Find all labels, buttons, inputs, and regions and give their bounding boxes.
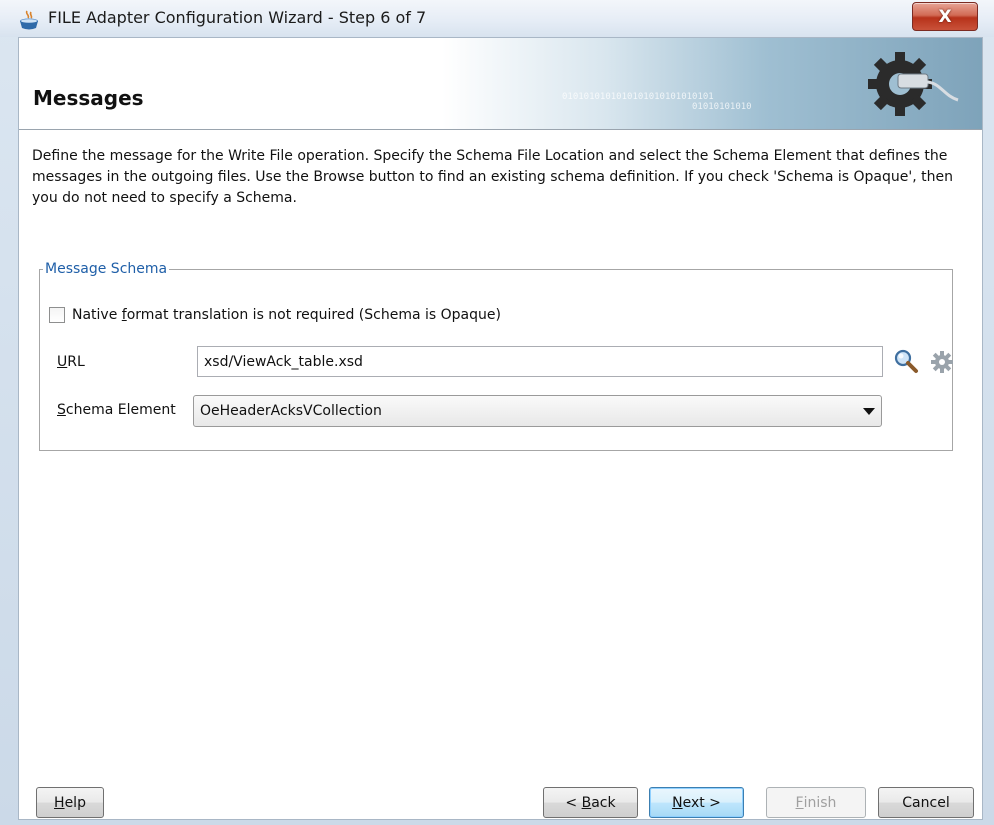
opaque-schema-checkbox[interactable]: [49, 307, 65, 323]
url-label-rest: RL: [67, 354, 85, 370]
adapter-gear-icon: [868, 52, 959, 116]
finish-button[interactable]: Finish: [766, 787, 866, 818]
schema-element-select[interactable]: OeHeaderAcksVCollection: [193, 395, 882, 427]
schema-label-mnemonic: S: [57, 402, 66, 418]
header-banner: 0101010101010101010101010101 01010101010: [442, 38, 982, 129]
wizard-window: FILE Adapter Configuration Wizard - Step…: [0, 0, 994, 825]
next-button[interactable]: Next >: [649, 787, 744, 818]
wizard-client-area: 0101010101010101010101010101 01010101010: [18, 37, 983, 820]
finish-label-rest: inish: [803, 794, 837, 811]
help-label-rest: elp: [64, 794, 86, 811]
back-mnemonic: B: [581, 794, 592, 811]
gear-icon[interactable]: [930, 350, 954, 374]
schema-element-label: Schema Element: [57, 402, 176, 418]
next-mnemonic: N: [672, 794, 683, 811]
page-description: Define the message for the Write File op…: [32, 148, 953, 206]
next-label-rest: ext >: [682, 794, 721, 811]
opaque-schema-label: Native format translation is not require…: [72, 307, 501, 323]
message-schema-legend: Message Schema: [43, 261, 170, 277]
finish-mnemonic: F: [795, 794, 804, 811]
window-title: FILE Adapter Configuration Wizard - Step…: [48, 8, 427, 27]
opaque-label-pre: Native: [72, 307, 122, 323]
binary-decoration: 0101010101010101010101010101: [562, 92, 714, 102]
opaque-schema-option[interactable]: Native format translation is not require…: [49, 307, 501, 323]
help-mnemonic: H: [54, 794, 65, 811]
schema-element-value: OeHeaderAcksVCollection: [200, 403, 382, 419]
back-label-pre: <: [565, 794, 582, 811]
opaque-label-post: ormat translation is not required (Schem…: [126, 307, 501, 323]
coffee-cup-icon: [20, 10, 38, 30]
page-title: Messages: [33, 86, 144, 110]
url-input[interactable]: [197, 346, 883, 377]
chevron-down-icon: [857, 407, 881, 415]
schema-label-rest: chema Element: [65, 402, 176, 418]
search-icon[interactable]: [893, 348, 919, 374]
close-icon: X: [938, 6, 952, 27]
cancel-button[interactable]: Cancel: [878, 787, 974, 818]
title-bar: FILE Adapter Configuration Wizard - Step…: [0, 0, 994, 37]
binary-decoration-2: 01010101010: [692, 102, 752, 112]
page-header: 0101010101010101010101010101 01010101010: [19, 38, 982, 130]
help-button[interactable]: Help: [36, 787, 104, 818]
url-label: URL: [57, 354, 85, 370]
close-button[interactable]: X: [912, 2, 978, 31]
back-label-rest: ack: [591, 794, 616, 811]
url-label-mnemonic: U: [57, 354, 68, 370]
back-button[interactable]: < Back: [543, 787, 638, 818]
